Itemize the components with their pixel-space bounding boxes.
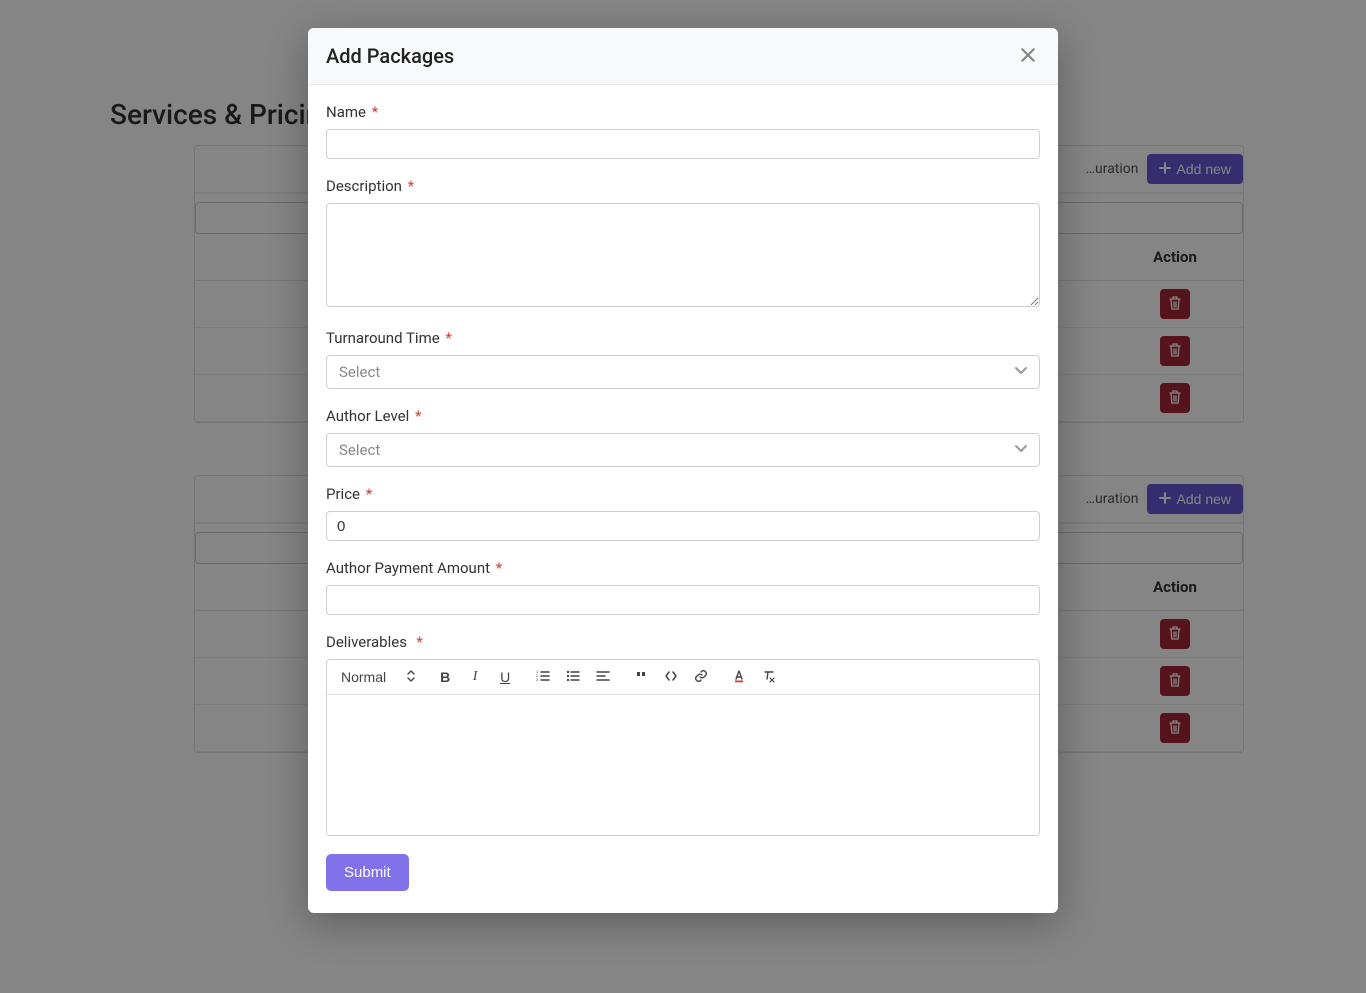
style-select[interactable]: Normal: [341, 669, 416, 685]
field-author-payment: Author Payment Amount *: [326, 559, 1040, 615]
field-turnaround: Turnaround Time * Select: [326, 329, 1040, 389]
required-marker: *: [416, 633, 422, 651]
link-button[interactable]: [692, 668, 710, 686]
author-payment-label: Author Payment Amount *: [326, 559, 1040, 577]
close-button[interactable]: [1016, 44, 1040, 68]
modal-body: Name * Description * Turnaround Time * S…: [308, 85, 1058, 913]
bullet-list-button[interactable]: [564, 668, 582, 686]
required-marker: *: [445, 329, 451, 347]
editor-toolbar: Normal B I U 123: [327, 660, 1039, 695]
style-select-label: Normal: [341, 669, 386, 685]
clear-format-button[interactable]: [760, 668, 778, 686]
close-icon: [1019, 52, 1037, 67]
author-level-select[interactable]: Select: [326, 433, 1040, 467]
description-textarea[interactable]: [326, 203, 1040, 307]
insert-group: [632, 668, 710, 686]
required-marker: *: [366, 485, 372, 503]
field-name: Name *: [326, 103, 1040, 159]
code-block-button[interactable]: [662, 668, 680, 686]
field-price: Price *: [326, 485, 1040, 541]
turnaround-placeholder: Select: [339, 363, 380, 381]
submit-label: Submit: [344, 864, 391, 881]
description-label: Description *: [326, 177, 1040, 195]
field-author-level: Author Level * Select: [326, 407, 1040, 467]
italic-button[interactable]: I: [466, 668, 484, 686]
underline-button[interactable]: U: [496, 668, 514, 686]
quote-icon: [634, 669, 648, 686]
ordered-list-button[interactable]: 123: [534, 668, 552, 686]
add-packages-modal: Add Packages Name * Description * Turnar…: [308, 28, 1058, 913]
deliverables-label: Deliverables *: [326, 633, 1040, 651]
required-marker: *: [408, 177, 414, 195]
chevron-down-icon: [1013, 440, 1029, 460]
editor-content[interactable]: [327, 695, 1039, 835]
text-color-icon: [732, 669, 746, 686]
align-button[interactable]: [594, 668, 612, 686]
format-group: B I U: [436, 668, 514, 686]
author-level-placeholder: Select: [339, 441, 380, 459]
chevron-down-icon: [1013, 362, 1029, 382]
price-label: Price *: [326, 485, 1040, 503]
link-icon: [694, 669, 708, 686]
name-label-text: Name: [326, 103, 366, 121]
author-payment-label-text: Author Payment Amount: [326, 559, 490, 577]
submit-button[interactable]: Submit: [326, 854, 409, 891]
blockquote-button[interactable]: [632, 668, 650, 686]
field-description: Description *: [326, 177, 1040, 311]
svg-text:3: 3: [536, 677, 539, 682]
author-payment-input[interactable]: [326, 585, 1040, 615]
modal-title: Add Packages: [326, 44, 454, 68]
required-marker: *: [496, 559, 502, 577]
field-deliverables: Deliverables * Normal B I U: [326, 633, 1040, 836]
required-marker: *: [415, 407, 421, 425]
ordered-list-icon: 123: [536, 669, 550, 686]
modal-header: Add Packages: [308, 28, 1058, 85]
name-input[interactable]: [326, 129, 1040, 159]
text-color-button[interactable]: [730, 668, 748, 686]
author-level-label-text: Author Level: [326, 407, 409, 425]
clear-format-icon: [762, 669, 776, 686]
list-group: 123: [534, 668, 612, 686]
name-label: Name *: [326, 103, 1040, 121]
required-marker: *: [372, 103, 378, 121]
code-icon: [664, 669, 678, 686]
turnaround-label-text: Turnaround Time: [326, 329, 440, 347]
deliverables-label-text: Deliverables: [326, 633, 407, 651]
price-input[interactable]: [326, 511, 1040, 541]
bullet-list-icon: [566, 669, 580, 686]
turnaround-label: Turnaround Time *: [326, 329, 1040, 347]
turnaround-select[interactable]: Select: [326, 355, 1040, 389]
color-group: [730, 668, 778, 686]
price-label-text: Price: [326, 485, 360, 503]
author-level-label: Author Level *: [326, 407, 1040, 425]
rich-text-editor: Normal B I U 123: [326, 659, 1040, 836]
dropdown-icon: [406, 669, 416, 685]
align-icon: [596, 669, 610, 686]
bold-button[interactable]: B: [436, 668, 454, 686]
description-label-text: Description: [326, 177, 402, 195]
